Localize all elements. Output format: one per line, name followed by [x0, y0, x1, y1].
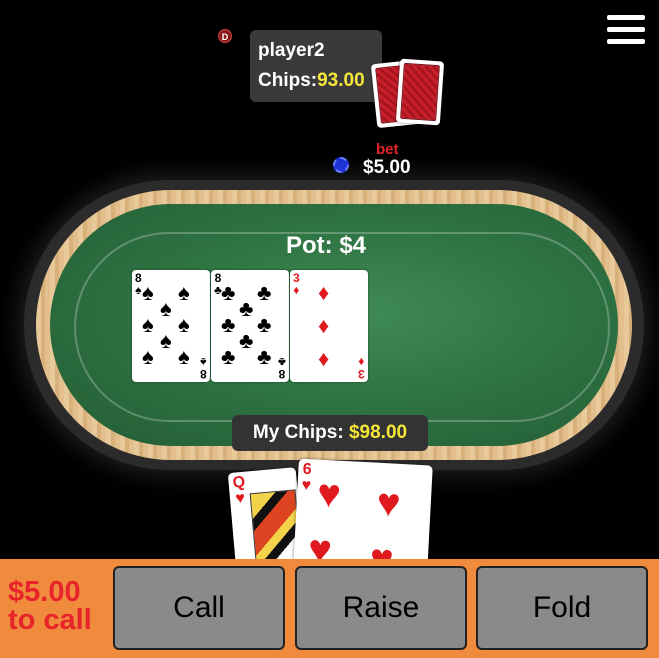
dealer-button: D	[218, 29, 232, 43]
bet-amount: $5.00	[363, 157, 411, 178]
opponent-panel: player2 Chips:93.00	[250, 30, 382, 102]
to-call-amount: $5.00 to call	[8, 576, 92, 636]
opponent-chips-value: 93.00	[317, 70, 365, 91]
bet-chip-icon	[333, 157, 349, 173]
fold-button[interactable]: Fold	[476, 566, 648, 650]
opponent-chips: Chips:93.00	[258, 70, 365, 91]
board-card: 8 ♠ ♠ ♠ ♠ ♠ ♠ ♠ ♠ ♠ 8 ♠	[132, 270, 210, 382]
my-chips-value: $98.00	[348, 422, 408, 443]
my-chips: My Chips: $98.00	[232, 415, 428, 451]
opponent-card-back	[395, 58, 445, 126]
raise-button[interactable]: Raise	[295, 566, 467, 650]
hand-card-queen: Q ♥	[227, 467, 305, 573]
opponent-name: player2	[258, 40, 325, 61]
menu-icon[interactable]	[607, 15, 645, 47]
pot-label: Pot: $4	[286, 232, 367, 259]
call-button[interactable]: Call	[113, 566, 285, 650]
board-card: 3 ♦ ♦ ♦ ♦ 3 ♦	[290, 270, 368, 382]
board-card: 8 ♣ ♣ ♣ ♣ ♣ ♣ ♣ ♣ ♣ 8 ♣	[211, 270, 289, 382]
bet-label: bet	[376, 141, 399, 158]
hand-card-six: 6 ♥ ♥ ♥ ♥ ♥	[293, 458, 433, 576]
